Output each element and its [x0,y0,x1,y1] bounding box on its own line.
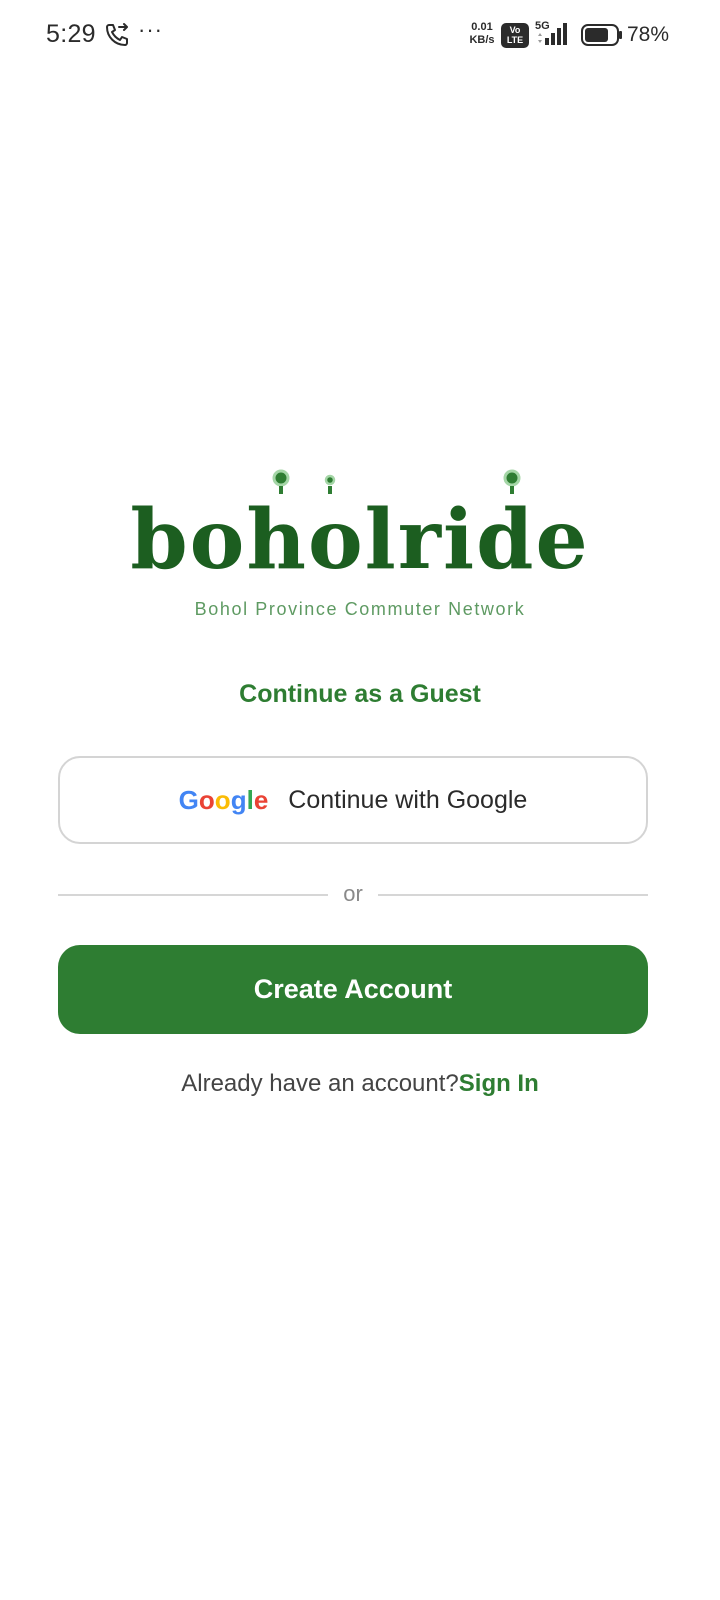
battery-percent: 78% [627,23,670,46]
battery-icon [581,24,622,46]
volte-top: Vo [509,25,521,35]
network-speed-value: 0.01 [471,21,493,33]
divider-line-right [378,894,648,896]
sign-in-link[interactable]: Sign In [459,1070,539,1097]
volte-bottom: LTE [506,35,524,45]
google-logo-letter: e [253,784,269,815]
google-logo-letter: o [198,784,215,815]
status-time: 5:29 [46,20,96,48]
signin-prompt-text: Already have an account? [181,1070,459,1097]
network-speed: 0.01 KB/s [466,21,498,47]
signin-prompt: Already have an account?Sign In [0,1070,720,1098]
divider-text: or [343,881,363,906]
signal-strength-icon [538,23,567,45]
continue-as-guest-link[interactable]: Continue as a Guest [0,680,720,709]
continue-with-google-button[interactable]: Google Continue with Google [58,756,648,844]
google-logo-letter: l [246,784,254,815]
app-logo-wordmark: boholride [130,492,590,588]
google-logo-letter: o [214,784,231,815]
call-forward-icon [106,23,128,46]
google-logo-icon: Google [179,785,269,816]
create-account-button[interactable]: Create Account [58,945,648,1034]
or-divider: or [58,878,648,912]
google-logo-letter: g [230,784,247,815]
google-button-label: Continue with Google [288,785,528,814]
status-bar: 5:29 ··· 0.01 KB/s Vo LTE 5G 78% [0,0,720,72]
divider-line-left [58,894,328,896]
app-tagline: Bohol Province Commuter Network [194,599,526,619]
network-speed-unit: KB/s [469,34,495,46]
volte-icon: Vo LTE [501,23,529,48]
more-notifications-icon: ··· [138,17,163,42]
google-logo-letter: G [178,784,199,815]
create-account-label: Create Account [253,974,453,1004]
